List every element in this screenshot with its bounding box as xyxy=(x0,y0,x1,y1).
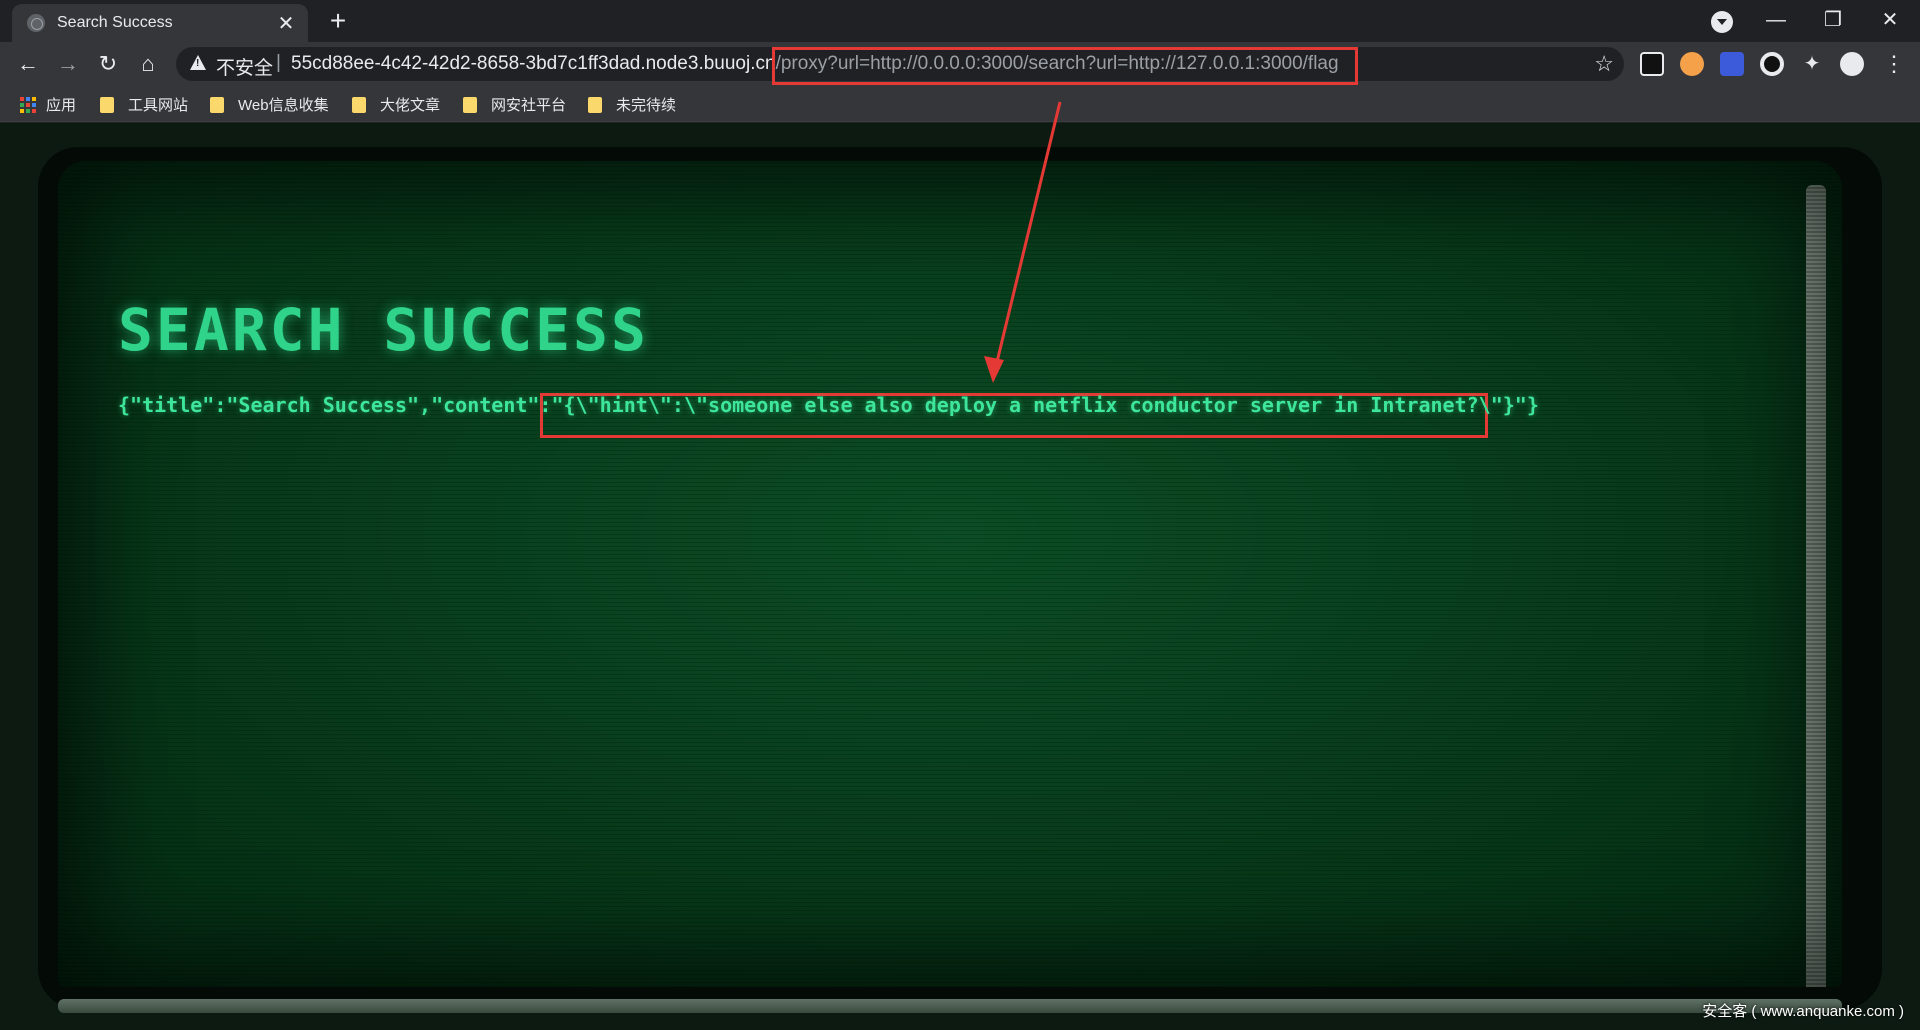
json-response: {"title":"Search Success","content":"{\"… xyxy=(118,393,1539,417)
page-title: SEARCH SUCCESS xyxy=(118,296,649,364)
watermark: 安全客 ( www.anquanke.com ) xyxy=(1702,1003,1904,1020)
annotation-arrow xyxy=(984,101,1062,383)
json-hint: {\"hint\":\"someone else also deploy a n… xyxy=(563,393,1515,417)
json-suffix: "} xyxy=(1514,393,1539,417)
json-prefix: {"title":"Search Success","content":" xyxy=(118,393,564,417)
